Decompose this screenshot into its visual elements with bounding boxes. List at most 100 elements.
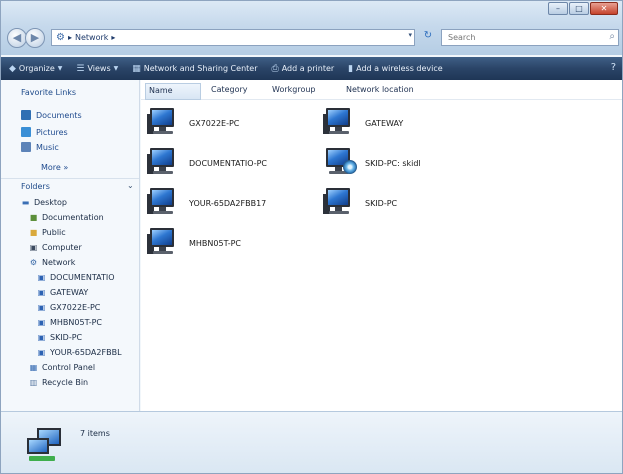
computer-icon: [147, 188, 181, 218]
tree-item-recycle-bin[interactable]: ▥ Recycle Bin: [29, 378, 88, 387]
column-header-category[interactable]: Category: [211, 85, 248, 94]
tree-item-mhbn05t-pc[interactable]: ▣ MHBN05T-PC: [37, 318, 102, 327]
item-label: YOUR-65DA2FBB17: [189, 198, 267, 208]
computer-icon: ▣: [37, 348, 46, 357]
computer-icon: [147, 228, 181, 258]
folders-header[interactable]: Folders ⌄: [1, 178, 139, 194]
tree-item-documentation[interactable]: ■ Documentation: [29, 213, 104, 222]
pictures-icon: [21, 127, 31, 137]
favorite-label: Music: [36, 142, 59, 152]
item-label: GX7022E-PC: [189, 118, 240, 128]
wireless-icon: ▮: [348, 63, 354, 74]
tree-label: Public: [42, 228, 66, 237]
network-sharing-center-button[interactable]: ▦ Network and Sharing Center: [132, 64, 257, 74]
music-icon: [21, 142, 31, 152]
add-wireless-device-button[interactable]: ▮ Add a wireless device: [348, 64, 443, 74]
tree-label: MHBN05T-PC: [50, 318, 103, 327]
computer-icon: ▣: [37, 318, 46, 327]
search-icon[interactable]: ⌕: [609, 31, 615, 42]
column-header-network-location[interactable]: Network location: [346, 85, 414, 94]
printer-icon: ⎙: [271, 63, 279, 74]
chevron-down-icon[interactable]: ⌄: [127, 181, 134, 190]
sharing-center-icon: ▦: [132, 63, 141, 74]
command-bar: ◆ Organize ▼ ☰ Views ▼ ▦ Network and Sha…: [1, 57, 622, 80]
details-pane: 7 items: [1, 411, 622, 473]
favorite-documents[interactable]: Documents: [21, 110, 82, 120]
tree-item-gateway[interactable]: ▣ GATEWAY: [37, 288, 88, 297]
computer-icon: [323, 188, 357, 218]
add-printer-label: Add a printer: [281, 64, 335, 73]
item-count: 7 items: [80, 429, 110, 438]
computer-icon: ▣: [37, 303, 46, 312]
tree-label: DOCUMENTATIO: [50, 273, 115, 282]
computer-icon: [147, 108, 181, 138]
network-item-gateway[interactable]: GATEWAY: [323, 106, 493, 140]
network-item-your-65da2fbb17[interactable]: YOUR-65DA2FBB17: [147, 186, 317, 220]
network-item-skid-pc[interactable]: SKID-PC: [323, 186, 493, 220]
tree-label: Control Panel: [42, 363, 96, 372]
tree-item-computer[interactable]: ▣ Computer: [29, 243, 82, 252]
favorite-links-title: Favorite Links: [21, 88, 77, 97]
back-button[interactable]: ◀: [7, 28, 27, 48]
favorite-pictures[interactable]: Pictures: [21, 127, 68, 137]
tree-item-documentatio[interactable]: ▣ DOCUMENTATIO: [37, 273, 115, 282]
column-header-name[interactable]: Name: [145, 83, 201, 100]
tree-item-your-65da2fbbl[interactable]: ▣ YOUR-65DA2FBBL: [37, 348, 122, 357]
help-icon[interactable]: ?: [611, 62, 616, 73]
tree-label: YOUR-65DA2FBBL: [50, 348, 122, 357]
chevron-down-icon[interactable]: ▾: [408, 31, 412, 39]
minimize-button[interactable]: –: [548, 2, 568, 15]
address-bar[interactable]: ⚙ ▸ Network ▸ ▾: [51, 29, 415, 46]
chevron-down-icon: ▼: [113, 65, 119, 72]
computer-icon: ▣: [37, 333, 46, 342]
tree-item-skid-pc[interactable]: ▣ SKID-PC: [37, 333, 82, 342]
desktop-icon: ▬: [21, 198, 30, 207]
item-label: MHBN05T-PC: [189, 238, 242, 248]
item-label: SKID-PC: skidl: [365, 158, 421, 168]
tree-item-control-panel[interactable]: ▦ Control Panel: [29, 363, 95, 372]
explorer-window: – □ ✕ ◀ ▶ ⚙ ▸ Network ▸ ▾ ↻ ⌕ ◆ Organize: [0, 0, 623, 474]
item-label: DOCUMENTATIO-PC: [189, 158, 268, 168]
network-item-skid-pc-media[interactable]: SKID-PC: skidl: [323, 146, 493, 180]
more-link[interactable]: More »: [41, 163, 68, 172]
tree-label: Desktop: [34, 198, 67, 207]
breadcrumb-separator[interactable]: ▸: [68, 33, 72, 42]
refresh-icon[interactable]: ↻: [419, 30, 437, 45]
media-device-icon: [323, 148, 357, 178]
add-printer-button[interactable]: ⎙ Add a printer: [271, 64, 334, 74]
tree-item-public[interactable]: ■ Public: [29, 228, 66, 237]
tree-label: GX7022E-PC: [50, 303, 101, 312]
network-item-gx7022e-pc[interactable]: GX7022E-PC: [147, 106, 317, 140]
tree-item-gx7022e-pc[interactable]: ▣ GX7022E-PC: [37, 303, 101, 312]
favorite-music[interactable]: Music: [21, 142, 59, 152]
maximize-button[interactable]: □: [569, 2, 589, 15]
item-label: GATEWAY: [365, 118, 404, 128]
network-icon: ⚙: [56, 32, 65, 43]
breadcrumb-network[interactable]: Network: [75, 33, 108, 42]
network-item-mhbn05t-pc[interactable]: MHBN05T-PC: [147, 226, 317, 260]
network-icon: [23, 424, 67, 464]
navigation-pane: Favorite Links Documents Pictures Music …: [1, 80, 140, 411]
tree-item-desktop[interactable]: ▬ Desktop: [21, 198, 67, 207]
search-input[interactable]: [442, 30, 592, 45]
forward-button[interactable]: ▶: [25, 28, 45, 48]
tree-label: Network: [42, 258, 76, 267]
tree-label: Documentation: [42, 213, 104, 222]
tree-label: GATEWAY: [50, 288, 89, 297]
add-wireless-device-label: Add a wireless device: [356, 64, 443, 73]
item-label: SKID-PC: [365, 198, 398, 208]
organize-label: Organize: [18, 64, 55, 73]
close-button[interactable]: ✕: [590, 2, 618, 15]
network-item-documentatio-pc[interactable]: DOCUMENTATIO-PC: [147, 146, 317, 180]
tree-item-network[interactable]: ⚙ Network: [29, 258, 76, 267]
breadcrumb-separator[interactable]: ▸: [111, 33, 115, 42]
views-button[interactable]: ☰ Views ▼: [76, 64, 118, 74]
user-folder-icon: ■: [29, 213, 38, 222]
computer-icon: ▣: [37, 273, 46, 282]
organize-button[interactable]: ◆ Organize ▼: [9, 64, 62, 74]
recycle-bin-icon: ▥: [29, 378, 38, 387]
views-label: Views: [87, 64, 111, 73]
column-header-workgroup[interactable]: Workgroup: [272, 85, 316, 94]
organize-icon: ◆: [9, 63, 16, 74]
documents-icon: [21, 110, 31, 120]
